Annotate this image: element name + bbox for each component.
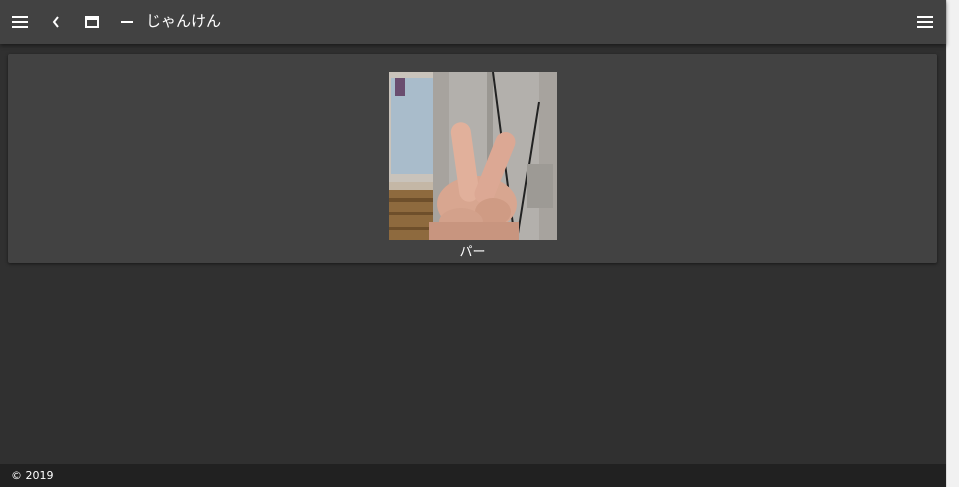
copyright-text: © 2019 <box>11 469 54 482</box>
top-toolbar: じゃんけん <box>0 0 946 44</box>
chevron-left-icon <box>52 16 59 28</box>
page-title: じゃんけん <box>146 12 222 30</box>
menu-icon <box>12 16 28 28</box>
hand-photo <box>389 72 557 240</box>
footer: © 2019 <box>0 464 946 487</box>
app-root: じゃんけん パー © 2019 <box>0 0 946 487</box>
result-card: パー <box>8 54 937 263</box>
back-button[interactable] <box>42 8 70 36</box>
minimize-icon <box>121 21 133 23</box>
window-button[interactable] <box>78 8 106 36</box>
minimize-button[interactable] <box>113 8 141 36</box>
vertical-scrollbar[interactable] <box>946 0 959 487</box>
overflow-menu-button[interactable] <box>911 8 939 36</box>
menu-button[interactable] <box>6 8 34 36</box>
result-caption: パー <box>459 245 486 260</box>
peace-sign-image <box>389 72 557 240</box>
window-icon <box>85 16 99 28</box>
menu-icon <box>917 16 933 28</box>
